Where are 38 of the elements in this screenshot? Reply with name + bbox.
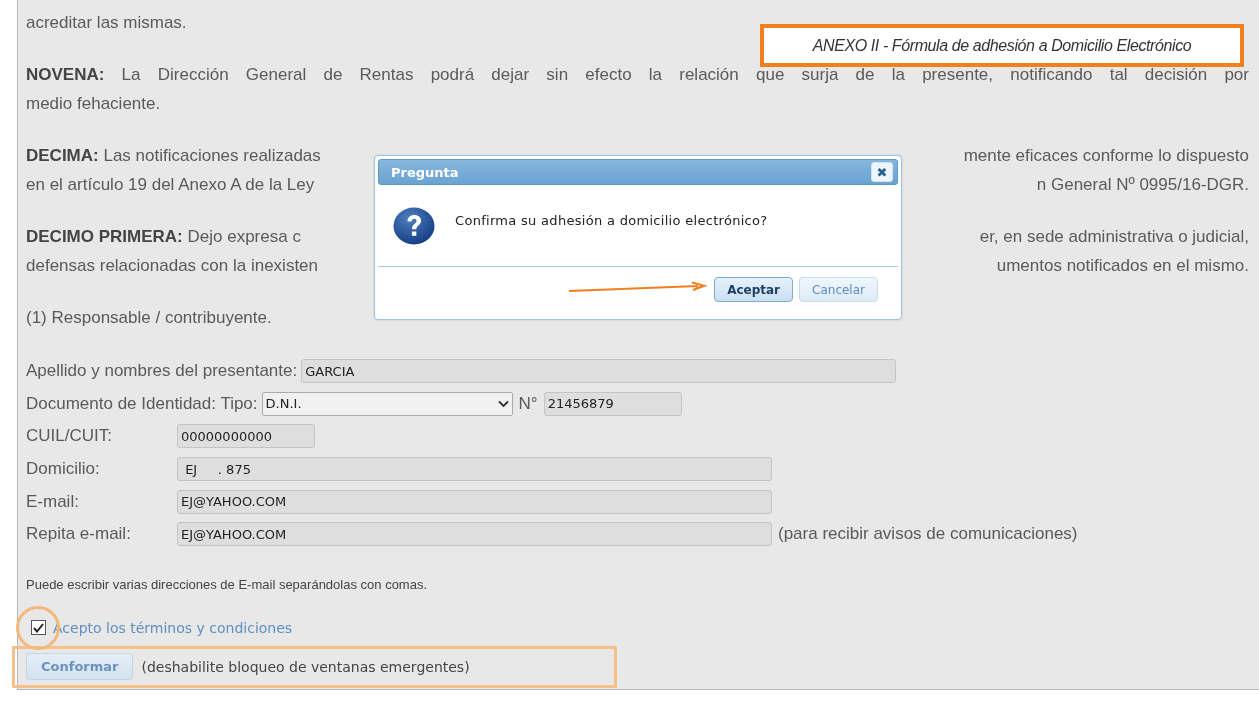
text-field[interactable]: GARCIA [301,359,897,384]
dialog-title: Pregunta [391,164,459,180]
paragraph-text: umentos notificados en el mismo. [996,255,1249,277]
text-field[interactable]: EJ . 875 [177,457,772,482]
paragraph-text: defensas relacionadas con la inexisten [26,255,319,277]
dialog-button[interactable]: Aceptar [714,277,794,302]
hint-text: Puede escribir varias direcciones de E-mail separándolas con comas. [26,576,429,592]
text-field[interactable]: 21456879 [543,391,682,416]
checkbox[interactable] [31,620,46,636]
text-field[interactable]: EJ@YAHOO.COM [177,522,772,547]
text-field[interactable]: EJ@YAHOO.COM [177,489,772,514]
field-label: Documento de Identidad: Tipo: [26,393,258,414]
field-label: N° [518,393,538,414]
paragraph-text: medio fehaciente. [26,93,162,115]
question-icon [393,207,435,245]
dropdown[interactable]: D.N.I. [261,391,513,416]
paragraph-text: NOVENA: La Dirección General de Rentas podrá dejar sin efecto la relación que surja de la presente, notificando tal decisión por [26,64,1249,86]
field-label: Repita e-mail: [26,524,132,545]
paragraph-text: er, en sede administrativa o judicial, [979,226,1249,248]
chevron-icon [497,399,509,408]
field-label: Domicilio: [26,459,101,480]
field-label: Apellido y nombres del presentante: [26,361,298,382]
annex-title: ANEXO II - Fórmula de adhesión a Domicilio Electrónico [760,24,1244,67]
paragraph-text: en el artículo 19 del Anexo A de la Ley [26,174,315,196]
paragraph-text: acreditar las mismas. [26,12,188,34]
paragraph-text: DECIMA: Las notificaciones realizadas [26,145,321,167]
paragraph-text: (1) Responsable / contribuyente. [26,307,273,329]
close-button[interactable]: ✖ [871,162,893,182]
dialog-message: Confirma su adhesión a domicilio electrónico? [455,213,768,228]
field-label: CUIL/CUIT: [26,426,113,447]
button-note: (deshabilite bloqueo de ventanas emergentes) [141,658,470,675]
field-label: E-mail: [26,491,80,512]
text-field[interactable]: 00000000000 [177,424,315,449]
paragraph-text: n General Nº 0995/16-DGR. [1036,174,1249,196]
paragraph-text: DECIMO PRIMERA: Dejo expresa c [26,226,301,248]
checkmark-icon [33,622,44,633]
paragraph-text: mente eficaces conforme lo dispuesto [963,145,1249,167]
field-note: (para recibir avisos de comunicaciones) [778,524,1078,545]
